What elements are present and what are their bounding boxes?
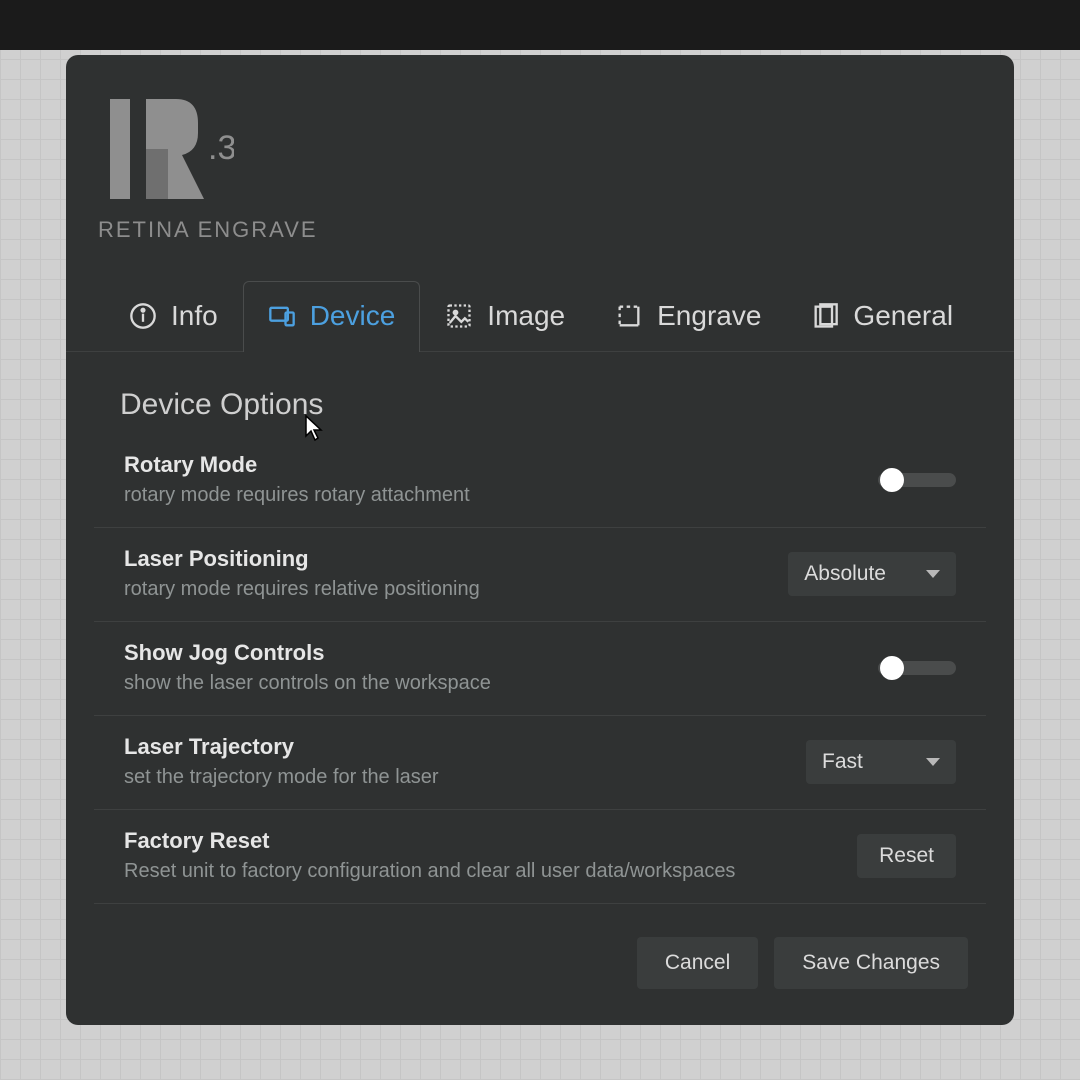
re-logo-icon: .3 — [104, 93, 234, 203]
option-subtitle: rotary mode requires rotary attachment — [124, 484, 470, 507]
tab-image[interactable]: Image — [420, 281, 590, 352]
tab-general[interactable]: General — [786, 281, 978, 352]
select-value: Fast — [822, 750, 863, 774]
option-title: Laser Positioning — [124, 546, 480, 572]
image-icon — [445, 302, 473, 330]
option-show-jog-controls: Show Jog Controls show the laser control… — [94, 622, 986, 716]
option-title: Rotary Mode — [124, 452, 470, 478]
tab-label: Info — [171, 300, 218, 332]
chevron-down-icon — [926, 570, 940, 578]
tab-label: Image — [487, 300, 565, 332]
chevron-down-icon — [926, 758, 940, 766]
general-icon — [811, 302, 839, 330]
option-laser-trajectory: Laser Trajectory set the trajectory mode… — [94, 716, 986, 810]
device-icon — [268, 302, 296, 330]
option-rotary-mode: Rotary Mode rotary mode requires rotary … — [94, 446, 986, 528]
rotary-mode-toggle[interactable] — [878, 473, 956, 487]
option-subtitle: Reset unit to factory configuration and … — [124, 860, 735, 883]
factory-reset-button[interactable]: Reset — [857, 834, 956, 878]
tab-device[interactable]: Device — [243, 281, 421, 352]
brand-logo: .3 RETINA ENGRAVE — [104, 93, 968, 243]
brand-light: ENGRAVE — [198, 217, 318, 242]
section-title: Device Options — [120, 388, 968, 422]
brand-text: RETINA ENGRAVE — [98, 217, 968, 243]
tab-label: General — [853, 300, 953, 332]
tab-info[interactable]: Info — [104, 281, 243, 352]
show-jog-controls-toggle[interactable] — [878, 661, 956, 675]
option-title: Factory Reset — [124, 828, 735, 854]
brand-bold: RETINA — [98, 217, 189, 242]
option-laser-positioning: Laser Positioning rotary mode requires r… — [94, 528, 986, 622]
settings-dialog: .3 RETINA ENGRAVE Info Device Image — [66, 55, 1014, 1025]
settings-tabs: Info Device Image Engrave General — [66, 281, 1014, 352]
toggle-knob — [880, 468, 904, 492]
option-title: Show Jog Controls — [124, 640, 491, 666]
select-value: Absolute — [804, 562, 886, 586]
tab-label: Engrave — [657, 300, 761, 332]
tab-label: Device — [310, 300, 396, 332]
options-list: Rotary Mode rotary mode requires rotary … — [94, 446, 986, 904]
save-changes-button[interactable]: Save Changes — [774, 937, 968, 989]
option-subtitle: set the trajectory mode for the laser — [124, 766, 439, 789]
option-factory-reset: Factory Reset Reset unit to factory conf… — [94, 810, 986, 904]
option-subtitle: rotary mode requires relative positionin… — [124, 578, 480, 601]
app-top-bar — [0, 0, 1080, 50]
tab-engrave[interactable]: Engrave — [590, 281, 786, 352]
toggle-knob — [880, 656, 904, 680]
laser-trajectory-select[interactable]: Fast — [806, 740, 956, 784]
engrave-icon — [615, 302, 643, 330]
laser-positioning-select[interactable]: Absolute — [788, 552, 956, 596]
option-title: Laser Trajectory — [124, 734, 439, 760]
option-subtitle: show the laser controls on the workspace — [124, 672, 491, 695]
cancel-button[interactable]: Cancel — [637, 937, 758, 989]
dialog-footer: Cancel Save Changes — [112, 917, 968, 989]
info-icon — [129, 302, 157, 330]
logo-version: .3 — [208, 129, 234, 167]
